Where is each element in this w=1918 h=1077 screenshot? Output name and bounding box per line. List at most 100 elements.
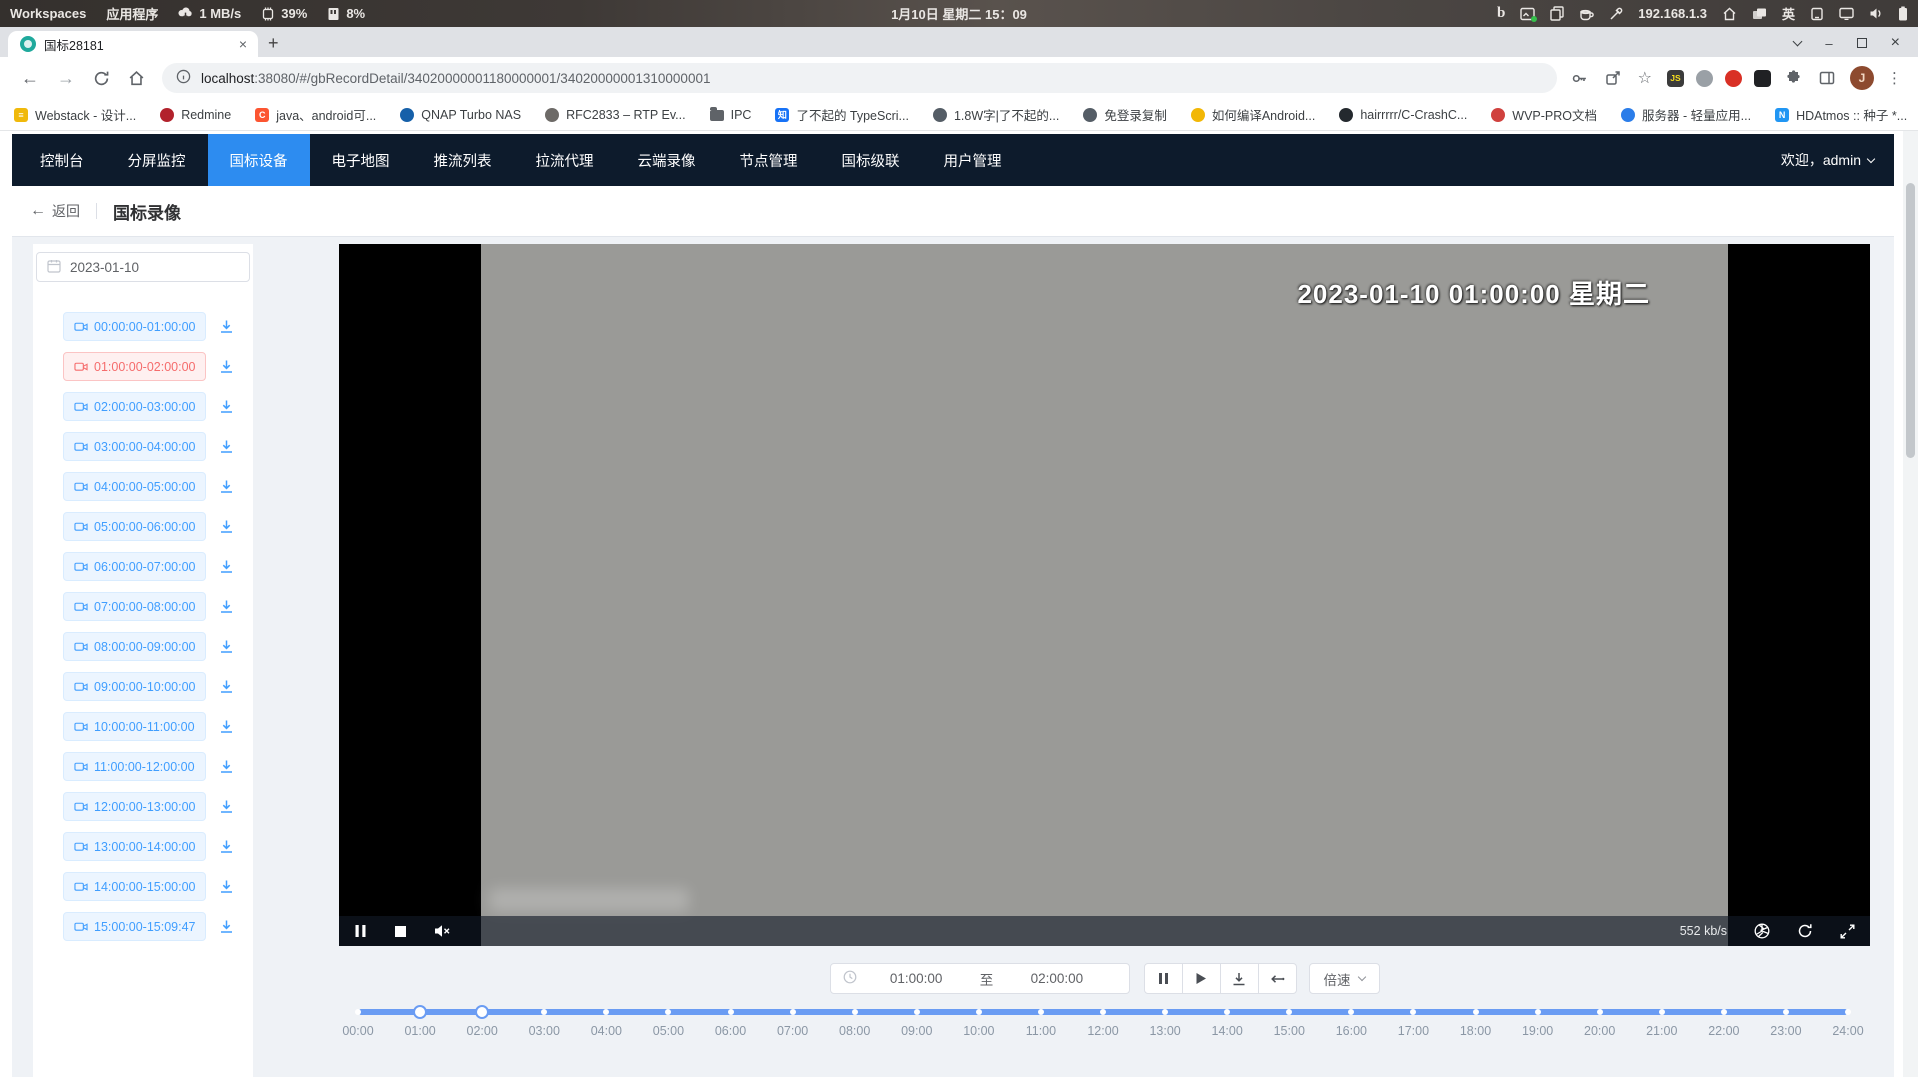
playback-speed-dropdown[interactable]: 倍速 — [1309, 963, 1380, 994]
segment-button-9[interactable]: 08:00:00-09:00:00 — [63, 632, 206, 661]
new-tab-button[interactable]: + — [268, 33, 279, 54]
player-pause-icon[interactable] — [354, 924, 367, 938]
pause-button[interactable] — [1144, 963, 1183, 994]
window-minimize-button[interactable]: – — [1825, 36, 1832, 51]
segment-download-icon[interactable] — [219, 599, 234, 614]
side-panel-icon[interactable] — [1817, 70, 1837, 86]
gray-extension-icon[interactable] — [1696, 70, 1713, 87]
back-button[interactable]: ← 返回 — [30, 201, 80, 221]
tab-search-icon[interactable] — [1793, 37, 1803, 47]
blocker-red-icon[interactable] — [1725, 70, 1742, 87]
bookmark-webstack[interactable]: ≡Webstack - 设计... — [14, 105, 136, 124]
input-method-indicator[interactable]: 英 — [1782, 4, 1795, 23]
segment-download-icon[interactable] — [219, 839, 234, 854]
scrollbar-thumb[interactable] — [1906, 183, 1915, 458]
segment-button-15[interactable]: 14:00:00-15:00:00 — [63, 872, 206, 901]
segment-download-icon[interactable] — [219, 799, 234, 814]
nav-item-2[interactable]: 分屏监控 — [106, 134, 208, 186]
clipboard-tray-icon[interactable] — [1550, 6, 1564, 21]
bookmark-wvp[interactable]: WVP-PRO文档 — [1491, 105, 1597, 124]
segment-download-icon[interactable] — [219, 439, 234, 454]
nav-item-9[interactable]: 国标级联 — [820, 134, 922, 186]
timeline-stop-dot[interactable] — [1100, 1009, 1106, 1015]
nav-item-10[interactable]: 用户管理 — [922, 134, 1024, 186]
timeline-stop-dot[interactable] — [603, 1009, 609, 1015]
segment-button-4[interactable]: 03:00:00-04:00:00 — [63, 432, 206, 461]
battery-tray-icon[interactable] — [1898, 6, 1908, 21]
json-viewer-icon[interactable]: JS — [1667, 70, 1684, 87]
start-time-value[interactable]: 01:00:00 — [857, 971, 976, 986]
timeline-stop-dot[interactable] — [914, 1009, 920, 1015]
nav-item-6[interactable]: 拉流代理 — [514, 134, 616, 186]
bookmark-hdatmos[interactable]: NHDAtmos :: 种子 *... — [1775, 105, 1907, 124]
timeline-stop-dot[interactable] — [1535, 1009, 1541, 1015]
timeline-stop-dot[interactable] — [976, 1009, 982, 1015]
segment-download-icon[interactable] — [219, 719, 234, 734]
password-key-icon[interactable] — [1569, 70, 1590, 87]
timeline-handle-01:00[interactable] — [413, 1005, 427, 1019]
segment-download-icon[interactable] — [219, 919, 234, 934]
timeline-stop-dot[interactable] — [790, 1009, 796, 1015]
back-navigation-icon[interactable]: ← — [12, 68, 48, 89]
bookmark-star-icon[interactable]: ☆ — [1636, 68, 1654, 88]
workspaces-switcher-icon[interactable] — [1752, 7, 1767, 21]
screenshot-tray-icon[interactable] — [1520, 7, 1535, 21]
video-player[interactable]: 2023-01-10 01:00:00 星期二 552 kb/s — [339, 244, 1870, 946]
extensions-puzzle-icon[interactable] — [1784, 70, 1804, 86]
segment-button-8[interactable]: 07:00:00-08:00:00 — [63, 592, 206, 621]
timeline-track[interactable] — [358, 1009, 1848, 1015]
dark-square-extension-icon[interactable] — [1754, 70, 1771, 87]
timeline-stop-dot[interactable] — [1473, 1009, 1479, 1015]
bookmark-globe[interactable]: 免登录复制 — [1083, 105, 1167, 124]
segment-download-icon[interactable] — [219, 359, 234, 374]
timeline-stop-dot[interactable] — [1721, 1009, 1727, 1015]
page-scrollbar[interactable] — [1903, 131, 1918, 1077]
segment-button-6[interactable]: 05:00:00-06:00:00 — [63, 512, 206, 541]
address-bar[interactable]: localhost:38080/#/gbRecordDetail/3402000… — [162, 63, 1557, 93]
nav-item-4[interactable]: 电子地图 — [310, 134, 412, 186]
display-tray-icon[interactable] — [1839, 7, 1854, 20]
bookmark-github[interactable]: hairrrrr/C-CrashC... — [1339, 108, 1467, 122]
segment-button-10[interactable]: 09:00:00-10:00:00 — [63, 672, 206, 701]
segment-download-icon[interactable] — [219, 319, 234, 334]
segment-download-icon[interactable] — [219, 639, 234, 654]
timeline-stop-dot[interactable] — [1348, 1009, 1354, 1015]
home-tray-icon[interactable] — [1722, 7, 1737, 21]
segment-button-11[interactable]: 10:00:00-11:00:00 — [63, 712, 206, 741]
timeline-stop-dot[interactable] — [541, 1009, 547, 1015]
timeline-handle-02:00[interactable] — [475, 1005, 489, 1019]
timeline-stop-dot[interactable] — [1410, 1009, 1416, 1015]
bookmark-folder[interactable]: IPC — [710, 108, 752, 122]
workspaces-button[interactable]: Workspaces — [10, 6, 86, 21]
bookmark-globe-dark[interactable]: RFC2833 – RTP Ev... — [545, 108, 686, 122]
fullscreen-icon[interactable] — [1840, 924, 1855, 939]
timeline-stop-dot[interactable] — [728, 1009, 734, 1015]
timeline-stop-dot[interactable] — [665, 1009, 671, 1015]
player-stop-icon[interactable] — [394, 925, 407, 938]
segment-download-icon[interactable] — [219, 679, 234, 694]
window-close-button[interactable]: × — [1891, 34, 1900, 52]
segment-button-16[interactable]: 15:00:00-15:09:47 — [63, 912, 206, 941]
nav-item-8[interactable]: 节点管理 — [718, 134, 820, 186]
coffee-tray-icon[interactable] — [1579, 7, 1594, 21]
color-picker-tray-icon[interactable] — [1609, 7, 1623, 21]
bookmark-qnap[interactable]: QNAP Turbo NAS — [400, 108, 521, 122]
home-icon[interactable] — [119, 70, 154, 87]
bookmark-zhihu[interactable]: 知了不起的 TypeScri... — [775, 105, 909, 124]
segment-download-icon[interactable] — [219, 759, 234, 774]
segment-button-3[interactable]: 02:00:00-03:00:00 — [63, 392, 206, 421]
timeline-stop-dot[interactable] — [1162, 1009, 1168, 1015]
timeline-stop-dot[interactable] — [1783, 1009, 1789, 1015]
segment-download-icon[interactable] — [219, 479, 234, 494]
timeline-stop-dot[interactable] — [1224, 1009, 1230, 1015]
nav-item-7[interactable]: 云端录像 — [616, 134, 718, 186]
segment-download-icon[interactable] — [219, 519, 234, 534]
segment-download-icon[interactable] — [219, 879, 234, 894]
tablet-tray-icon[interactable] — [1810, 7, 1824, 21]
browser-menu-kebab-icon[interactable]: ⋮ — [1887, 69, 1902, 87]
segment-download-icon[interactable] — [219, 559, 234, 574]
download-button[interactable] — [1220, 963, 1259, 994]
segment-button-14[interactable]: 13:00:00-14:00:00 — [63, 832, 206, 861]
segment-download-icon[interactable] — [219, 399, 234, 414]
bookmark-globe[interactable]: 1.8W字|了不起的... — [933, 105, 1059, 124]
